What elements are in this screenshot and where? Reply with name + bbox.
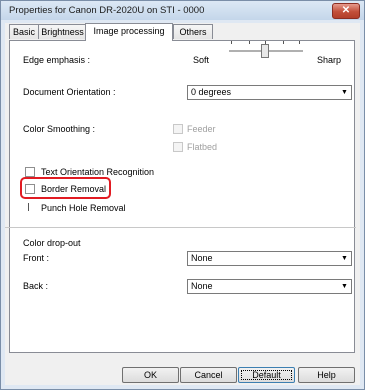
ok-button[interactable]: OK xyxy=(122,367,179,383)
edge-emphasis-label: Edge emphasis : xyxy=(23,55,91,65)
flatbed-checkbox[interactable] xyxy=(173,142,183,152)
front-dropout-value: None xyxy=(191,253,213,263)
punch-hole-checkbox[interactable] xyxy=(28,203,29,211)
document-orientation-label: Document Orientation : xyxy=(23,87,116,97)
back-label: Back : xyxy=(23,281,49,291)
text-orientation-label: Text Orientation Recognition xyxy=(41,167,155,177)
document-orientation-select[interactable]: 0 degrees ▼ xyxy=(187,85,352,100)
border-removal-label: Border Removal xyxy=(41,184,107,194)
text-orientation-checkbox[interactable] xyxy=(25,167,35,177)
feeder-checkbox[interactable] xyxy=(173,124,183,134)
front-label: Front : xyxy=(23,253,50,263)
slider-tick xyxy=(231,41,232,44)
slider-tick xyxy=(299,41,300,44)
slider-tick xyxy=(249,41,250,44)
close-icon: ✕ xyxy=(341,5,351,16)
punch-hole-label: Punch Hole Removal xyxy=(41,203,126,213)
flatbed-label: Flatbed xyxy=(187,142,218,152)
window-title: Properties for Canon DR-2020U on STI - 0… xyxy=(9,5,205,16)
feeder-label: Feeder xyxy=(187,124,216,134)
slider-tick xyxy=(283,41,284,44)
front-dropout-select[interactable]: None ▼ xyxy=(187,251,352,266)
focus-rect xyxy=(241,370,292,380)
default-button[interactable]: Default xyxy=(238,367,295,383)
tab-basic[interactable]: Basic xyxy=(9,24,39,39)
chevron-down-icon[interactable]: ▼ xyxy=(338,252,351,265)
properties-dialog: Properties for Canon DR-2020U on STI - 0… xyxy=(0,0,365,390)
color-smoothing-label: Color Smoothing : xyxy=(23,124,96,134)
edge-sharp-label: Sharp xyxy=(317,55,342,65)
back-dropout-select[interactable]: None ▼ xyxy=(187,279,352,294)
help-button[interactable]: Help xyxy=(298,367,355,383)
tab-brightness[interactable]: Brightness xyxy=(38,24,87,39)
edge-soft-label: Soft xyxy=(193,55,210,65)
chevron-down-icon[interactable]: ▼ xyxy=(338,280,351,293)
back-dropout-value: None xyxy=(191,281,213,291)
tab-others[interactable]: Others xyxy=(173,24,213,39)
tab-image-processing[interactable]: Image processing xyxy=(85,23,173,41)
border-removal-checkbox[interactable] xyxy=(25,184,35,194)
chevron-down-icon[interactable]: ▼ xyxy=(338,86,351,99)
cancel-button[interactable]: Cancel xyxy=(180,367,237,383)
close-button[interactable]: ✕ xyxy=(332,3,360,19)
divider xyxy=(5,227,356,228)
document-orientation-value: 0 degrees xyxy=(191,87,232,97)
slider-thumb[interactable] xyxy=(261,44,269,58)
color-dropout-label: Color drop-out xyxy=(23,238,81,248)
title-bar[interactable]: Properties for Canon DR-2020U on STI - 0… xyxy=(1,1,364,20)
